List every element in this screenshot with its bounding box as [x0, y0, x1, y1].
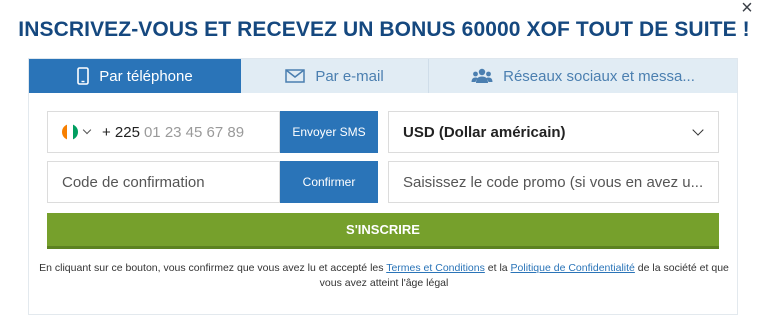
register-button[interactable]: S'INSCRIRE	[47, 213, 719, 249]
privacy-link[interactable]: Politique de Confidentialité	[511, 262, 635, 274]
tab-phone[interactable]: Par téléphone	[29, 59, 241, 93]
tab-social-label: Réseaux sociaux et messa...	[503, 67, 695, 85]
envelope-icon	[285, 69, 306, 83]
legal-text-2: et la	[484, 262, 511, 274]
tab-email-label: Par e-mail	[315, 67, 384, 85]
tab-social[interactable]: Réseaux sociaux et messa...	[429, 59, 737, 93]
page-title: INSCRIVEZ-VOUS ET RECEVEZ UN BONUS 60000…	[18, 18, 750, 41]
currency-select[interactable]: USD (Dollar américain)	[388, 111, 719, 153]
terms-link[interactable]: Termes et Conditions	[386, 262, 485, 274]
users-icon	[471, 68, 493, 83]
close-icon[interactable]: ×	[738, 0, 756, 18]
confirmation-code-field	[47, 161, 280, 203]
phone-prefix: + 225	[102, 123, 140, 141]
send-sms-button[interactable]: Envoyer SMS	[280, 111, 378, 153]
chevron-down-icon	[692, 124, 704, 136]
phone-icon	[77, 67, 90, 85]
tab-phone-label: Par téléphone	[99, 67, 193, 85]
currency-value: USD (Dollar américain)	[403, 123, 566, 141]
confirm-button[interactable]: Confirmer	[280, 161, 378, 203]
phone-input[interactable]	[143, 123, 254, 141]
confirmation-code-input[interactable]	[48, 162, 279, 202]
chevron-down-icon[interactable]	[82, 125, 92, 135]
promo-code-input[interactable]	[389, 162, 718, 202]
country-flag-icon[interactable]	[62, 124, 78, 140]
promo-code-field	[388, 161, 719, 203]
registration-tabs: Par téléphone Par e-mail Réseaux sociaux…	[28, 58, 738, 93]
tab-email[interactable]: Par e-mail	[241, 59, 429, 93]
registration-form: + 225 Envoyer SMS USD (Dollar américain)…	[28, 93, 738, 315]
legal-text-1: En cliquant sur ce bouton, vous confirme…	[39, 262, 387, 274]
legal-notice: En cliquant sur ce bouton, vous confirme…	[29, 261, 739, 291]
phone-field: + 225	[47, 111, 280, 153]
